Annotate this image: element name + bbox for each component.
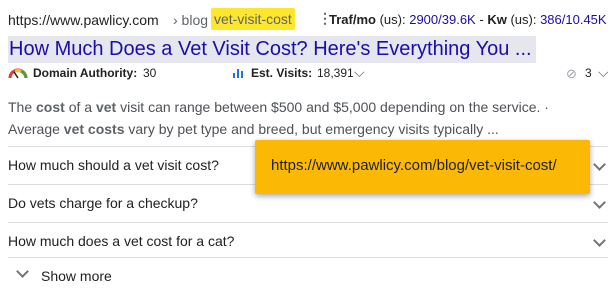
traffic-region: (us): [379, 12, 406, 27]
chevron-down-icon[interactable] [593, 196, 606, 209]
keywords-region: (us): [510, 12, 537, 27]
seo-metrics-bar: Domain Authority: 30 Est. Visits: 18,391… [8, 64, 609, 84]
domain-authority-label: Domain Authority: [33, 66, 138, 80]
chevron-down-icon [16, 265, 29, 278]
backlink-count: 3 [585, 66, 592, 80]
snippet-text: The [8, 99, 37, 115]
snippet-text: vary by pet type and breed, but emergenc… [124, 121, 499, 137]
chevron-down-icon[interactable] [593, 234, 606, 247]
snippet-bold: vet [95, 99, 117, 115]
url-slug-highlight: vet-visit-cost [211, 8, 295, 30]
tooltip-url: https://www.pawlicy.com/blog/vet-visit-c… [271, 157, 557, 174]
chevron-down-icon[interactable] [593, 158, 606, 171]
show-more-button[interactable]: Show more [8, 258, 208, 294]
snippet-bold: cost [36, 99, 65, 115]
faq-question: Do vets charge for a checkup? [8, 195, 198, 211]
est-visits-label: Est. Visits: [251, 66, 313, 80]
traffic-separator: - [479, 12, 484, 27]
result-title-link[interactable]: How Much Does a Vet Visit Cost? Here's E… [8, 36, 536, 63]
snippet-bold: vet costs [63, 121, 125, 137]
domain-authority-value: 30 [143, 66, 157, 80]
faq-question: How much does a vet cost for a cat? [8, 233, 235, 249]
chevron-down-icon[interactable]: ⌵ [354, 64, 365, 81]
url-domain[interactable]: https://www.pawlicy.com [8, 12, 159, 28]
keywords-label: Kw [487, 12, 507, 27]
gauge-icon [8, 68, 28, 79]
show-more-label: Show more [41, 268, 112, 284]
traffic-label: Traf/mo [329, 12, 376, 27]
result-snippet: The cost of a vet visit can range betwee… [8, 96, 603, 140]
link-icon: ⊘ [566, 66, 577, 81]
url-tooltip: https://www.pawlicy.com/blog/vet-visit-c… [255, 140, 590, 194]
traffic-stats: Traf/mo (us): 2900/39.6K - Kw (us): 386/… [329, 12, 607, 27]
result-url: https://www.pawlicy.com › blog › vet-vis… [8, 8, 608, 30]
snippet-text: of a [64, 99, 96, 115]
faq-question: How much should a vet visit cost? [8, 157, 219, 173]
bar-chart-icon [233, 69, 243, 78]
traffic-value[interactable]: 2900/39.6K [409, 12, 476, 27]
faq-item[interactable]: How much does a vet cost for a cat? [8, 222, 608, 258]
est-visits-value: 18,391 [317, 66, 354, 80]
chevron-down-icon[interactable]: ⌵ [598, 64, 609, 81]
keywords-value[interactable]: 386/10.45K [540, 12, 607, 27]
